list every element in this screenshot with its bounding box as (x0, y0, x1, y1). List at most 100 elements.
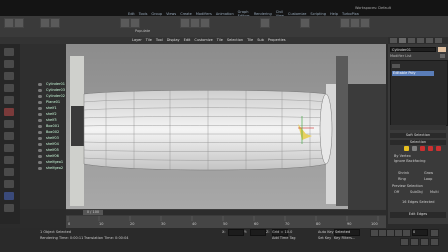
loop-button[interactable]: Loop (424, 177, 432, 181)
visibility-eye-icon[interactable] (38, 89, 42, 92)
edge-level-icon[interactable] (412, 146, 417, 151)
display-tab-icon[interactable] (426, 38, 433, 43)
auto-key-button[interactable]: Auto Key (318, 230, 334, 234)
geometry-tool-icon[interactable] (4, 132, 14, 140)
menu-item-edit[interactable]: Edit (128, 12, 135, 16)
vertex-level-icon[interactable] (404, 146, 409, 151)
menu-item-turbopixa[interactable]: TurboPixa (342, 12, 359, 16)
preview-off-radio[interactable]: Off (394, 190, 399, 194)
render-frame-icon[interactable] (350, 18, 360, 28)
scene-item[interactable]: shelfgeo2 (46, 166, 63, 170)
add-time-tag-button[interactable]: Add Time Tag (272, 236, 296, 240)
modify-tab-icon[interactable] (399, 38, 406, 43)
key-filters-button[interactable]: Key Filters... (334, 236, 355, 240)
rotate-icon[interactable] (190, 18, 200, 28)
render-setup-icon[interactable] (340, 18, 350, 28)
scale-icon[interactable] (200, 18, 210, 28)
explorer-menu-tile-3[interactable]: Tile (247, 38, 253, 42)
utilities-tab-icon[interactable] (435, 38, 442, 43)
populate-tab[interactable]: Populate (135, 29, 150, 33)
scene-item[interactable]: Cylinder01 (46, 82, 65, 86)
light-tool-icon[interactable] (4, 84, 14, 92)
zoom-icon[interactable] (400, 238, 409, 246)
orbit-icon[interactable] (430, 238, 439, 246)
object-color-swatch[interactable] (438, 47, 446, 52)
scene-item[interactable]: shelf1 (46, 106, 57, 110)
render-icon[interactable] (360, 18, 370, 28)
explorer-menu-tool[interactable]: Tool (156, 38, 163, 42)
go-to-end-icon[interactable] (402, 229, 411, 237)
scene-item[interactable]: shelf06 (46, 154, 59, 158)
key-mode-dropdown[interactable]: Selected (334, 229, 360, 236)
filter-tool-icon[interactable] (4, 168, 14, 176)
y-coord-field[interactable] (250, 229, 266, 236)
menu-item-modifiers[interactable]: Modifiers (196, 12, 212, 16)
grow-button[interactable]: Grow (424, 171, 433, 175)
menu-item-animation[interactable]: Animation (216, 12, 234, 16)
select-tool-icon[interactable] (4, 48, 14, 56)
track-bar[interactable]: 0 10 20 30 40 50 60 70 80 90 100 (66, 216, 386, 228)
scene-item[interactable]: Box001 (46, 124, 59, 128)
time-slider-track[interactable] (66, 210, 386, 215)
workspace-label[interactable]: Workspaces: Default (355, 6, 391, 10)
menu-item-views[interactable]: Views (166, 12, 176, 16)
visibility-eye-icon[interactable] (38, 101, 42, 104)
menu-item-rendering[interactable]: Rendering (254, 12, 272, 16)
explorer-menu-tile[interactable]: Tile (146, 38, 152, 42)
unlink-icon[interactable] (50, 18, 60, 28)
hide-tool-icon[interactable] (4, 204, 14, 212)
scene-item[interactable]: shelf03 (46, 136, 59, 140)
visibility-eye-icon[interactable] (38, 149, 42, 152)
visibility-eye-icon[interactable] (38, 83, 42, 86)
time-config-icon[interactable] (430, 229, 439, 237)
scene-item[interactable]: shelf04 (46, 142, 59, 146)
edit-edges-rollout[interactable]: Edit Edges (390, 212, 446, 218)
explorer-menu-display[interactable]: Display (167, 38, 180, 42)
scene-item[interactable]: shelfgeo1 (46, 160, 63, 164)
visibility-eye-icon[interactable] (38, 161, 42, 164)
visibility-eye-icon[interactable] (38, 113, 42, 116)
menu-item-tools[interactable]: Tools (139, 12, 148, 16)
stack-item-editable-poly[interactable]: Editable Poly (392, 71, 434, 76)
set-key-button[interactable]: Set Key (318, 236, 331, 240)
visibility-eye-icon[interactable] (38, 95, 42, 98)
visibility-eye-icon[interactable] (38, 137, 42, 140)
hierarchy-tab-icon[interactable] (408, 38, 415, 43)
explorer-menu-selection[interactable]: Selection (227, 38, 243, 42)
display-tool-icon[interactable] (4, 60, 14, 68)
visibility-eye-icon[interactable] (38, 125, 42, 128)
layer-tool-icon[interactable] (4, 72, 14, 80)
scene-item[interactable]: shelf05 (46, 148, 59, 152)
snap-icon[interactable] (260, 18, 270, 28)
visibility-eye-icon[interactable] (38, 143, 42, 146)
zoom-all-icon[interactable] (410, 238, 419, 246)
scene-item[interactable]: shelf3 (46, 118, 57, 122)
ring-button[interactable]: Ring (398, 177, 406, 181)
explorer-menu-customize[interactable]: Customize (194, 38, 212, 42)
shape-tool-icon[interactable] (4, 120, 14, 128)
system-tool-icon[interactable] (4, 156, 14, 164)
menu-item-create[interactable]: Create (180, 12, 192, 16)
camera-tool-icon[interactable] (4, 96, 14, 104)
create-tab-icon[interactable] (390, 38, 397, 43)
scene-item[interactable]: Plane01 (46, 100, 60, 104)
select-by-name-icon[interactable] (130, 18, 140, 28)
menu-item-customize[interactable]: Customize (288, 12, 306, 16)
preview-multi-radio[interactable]: Multi (430, 190, 439, 194)
scene-item[interactable]: shelf2 (46, 112, 57, 116)
scene-item[interactable]: Cylinder03 (46, 88, 65, 92)
visibility-eye-icon[interactable] (38, 107, 42, 110)
preview-subobj-radio[interactable]: SubObj (410, 190, 423, 194)
visibility-eye-icon[interactable] (38, 155, 42, 158)
link-icon[interactable] (40, 18, 50, 28)
menu-item-help[interactable]: Help (330, 12, 338, 16)
perspective-viewport[interactable] (66, 44, 386, 209)
explorer-menu-tile-2[interactable]: Tile (217, 38, 223, 42)
border-level-icon[interactable] (420, 146, 425, 151)
selection-rollout[interactable]: Selection (390, 140, 446, 145)
explorer-menu-edit[interactable]: Edit (184, 38, 191, 42)
explorer-menu-properties[interactable]: Properties (268, 38, 286, 42)
chevron-down-icon[interactable] (440, 54, 445, 58)
explorer-menu-sub[interactable]: Sub (257, 38, 264, 42)
menu-item-group[interactable]: Group (151, 12, 162, 16)
